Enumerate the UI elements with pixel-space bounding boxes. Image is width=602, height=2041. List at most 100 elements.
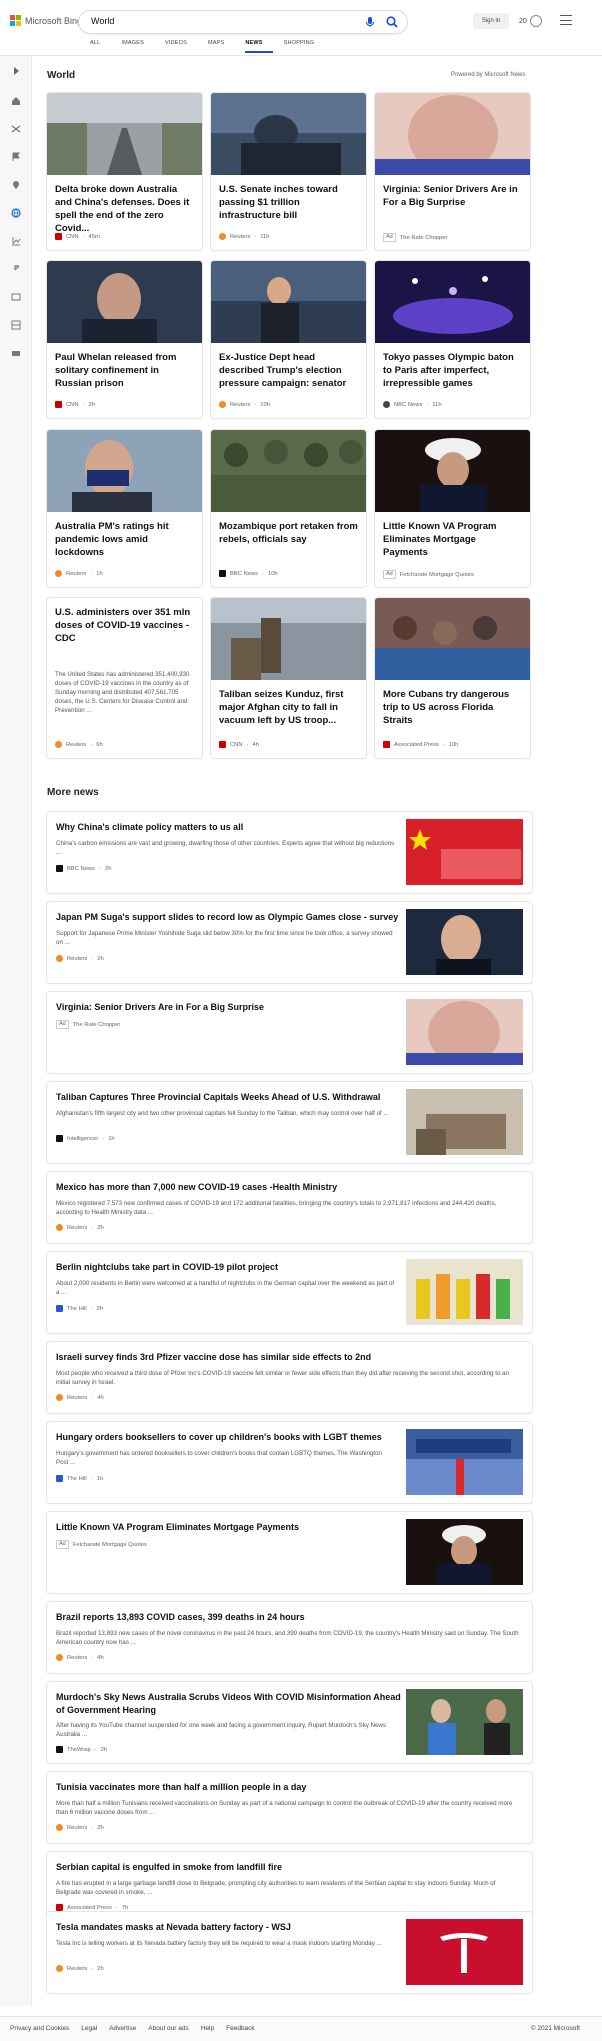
card-meta: NBC News · 11h bbox=[383, 401, 442, 408]
item-time: 2h bbox=[104, 865, 112, 872]
item-summary: Tesla Inc is telling workers at its Neva… bbox=[56, 1940, 382, 1947]
item-meta: BBC News · 2h bbox=[56, 865, 111, 872]
item-title[interactable]: Tesla mandates masks at Nevada battery f… bbox=[56, 1921, 291, 1934]
business-icon[interactable] bbox=[11, 236, 21, 246]
item-title[interactable]: Virginia: Senior Drivers Are in For a Bi… bbox=[56, 1001, 264, 1014]
news-card[interactable]: Little Known VA Program Eliminates Mortg… bbox=[375, 430, 530, 587]
item-time: 2h bbox=[97, 1224, 104, 1231]
card-title[interactable]: Mozambique port retaken from rebels, off… bbox=[219, 520, 359, 546]
item-title[interactable]: Israeli survey finds 3rd Pfizer vaccine … bbox=[56, 1351, 371, 1364]
item-title[interactable]: Taliban Captures Three Provincial Capita… bbox=[56, 1091, 380, 1104]
card-summary: The United States has administered 351,4… bbox=[55, 671, 190, 714]
card-title[interactable]: Australia PM's ratings hit pandemic lows… bbox=[55, 520, 195, 559]
microphone-icon[interactable] bbox=[363, 15, 377, 29]
card-title[interactable]: Ex-Justice Dept head described Trump's e… bbox=[219, 351, 359, 390]
item-title[interactable]: Serbian capital is engulfed in smoke fro… bbox=[56, 1861, 282, 1874]
footer-link-help[interactable]: Help bbox=[201, 2025, 214, 2032]
news-card[interactable]: Ex-Justice Dept head described Trump's e… bbox=[211, 261, 366, 418]
item-title[interactable]: Brazil reports 13,893 COVID cases, 399 d… bbox=[56, 1611, 305, 1624]
list-item[interactable]: Tunisia vaccinates more than half a mill… bbox=[47, 1772, 532, 1843]
item-source: The Hill bbox=[67, 1305, 87, 1312]
rocket-icon[interactable] bbox=[11, 264, 21, 274]
bing-logo[interactable]: Microsoft Bing bbox=[10, 15, 82, 26]
list-item[interactable]: Why China's climate policy matters to us… bbox=[47, 812, 532, 893]
tab-shopping[interactable]: SHOPPING bbox=[284, 40, 325, 53]
location-icon[interactable] bbox=[11, 180, 21, 190]
footer-link-feedback[interactable]: Feedback bbox=[226, 2025, 255, 2032]
news-card[interactable]: Delta broke down Australia and China's d… bbox=[47, 93, 202, 250]
footer-link-about-ads[interactable]: About our ads bbox=[148, 2025, 188, 2032]
list-item[interactable]: Japan PM Suga's support slides to record… bbox=[47, 902, 532, 983]
sign-in-button[interactable]: Sign in bbox=[473, 13, 509, 29]
item-source: Reuters bbox=[67, 1394, 88, 1401]
news-card[interactable]: U.S. Senate inches toward passing $1 tri… bbox=[211, 93, 366, 250]
footer-link-advertise[interactable]: Advertise bbox=[109, 2025, 136, 2032]
card-title[interactable]: Delta broke down Australia and China's d… bbox=[55, 183, 195, 235]
footer-link-legal[interactable]: Legal bbox=[81, 2025, 97, 2032]
card-title[interactable]: U.S. administers over 351 mln doses of C… bbox=[55, 606, 195, 645]
tab-images[interactable]: IMAGES bbox=[121, 40, 154, 53]
news-card[interactable]: Virginia: Senior Drivers Are in For a Bi… bbox=[375, 93, 530, 250]
card-meta: Associated Press · 10h bbox=[383, 741, 458, 748]
card-title[interactable]: Taliban seizes Kunduz, first major Afgha… bbox=[219, 688, 359, 727]
news-card[interactable]: Mozambique port retaken from rebels, off… bbox=[211, 430, 366, 587]
item-title[interactable]: Little Known VA Program Eliminates Mortg… bbox=[56, 1521, 299, 1534]
car-icon[interactable] bbox=[11, 348, 21, 358]
list-item[interactable]: Mexico has more than 7,000 new COVID-19 … bbox=[47, 1172, 532, 1243]
news-card[interactable]: Australia PM's ratings hit pandemic lows… bbox=[47, 430, 202, 587]
powered-by[interactable]: Powered by Microsoft News bbox=[451, 72, 525, 78]
item-title[interactable]: Mexico has more than 7,000 new COVID-19 … bbox=[56, 1181, 337, 1194]
card-title[interactable]: More Cubans try dangerous trip to US acr… bbox=[383, 688, 523, 727]
reuters-logo-icon bbox=[56, 1394, 63, 1401]
news-card[interactable]: Tokyo passes Olympic baton to Paris afte… bbox=[375, 261, 530, 418]
list-item[interactable]: Tesla mandates masks at Nevada battery f… bbox=[47, 1912, 532, 1993]
card-title[interactable]: U.S. Senate inches toward passing $1 tri… bbox=[219, 183, 359, 222]
tab-maps[interactable]: MAPS bbox=[208, 40, 234, 53]
search-icon[interactable] bbox=[385, 15, 399, 29]
news-image bbox=[406, 819, 523, 885]
list-item[interactable]: Virginia: Senior Drivers Are in For a Bi… bbox=[47, 992, 532, 1073]
search-input[interactable]: World bbox=[91, 16, 114, 26]
search-box[interactable]: World bbox=[79, 11, 407, 33]
flag-icon[interactable] bbox=[11, 152, 21, 162]
card-title[interactable]: Tokyo passes Olympic baton to Paris afte… bbox=[383, 351, 523, 390]
menu-icon[interactable] bbox=[560, 15, 572, 25]
list-item[interactable]: Berlin nightclubs take part in COVID-19 … bbox=[47, 1252, 532, 1333]
rewards-button[interactable]: 20 bbox=[519, 15, 542, 27]
card-title[interactable]: Virginia: Senior Drivers Are in For a Bi… bbox=[383, 183, 523, 209]
card-source: CNN bbox=[230, 741, 243, 748]
item-title[interactable]: Murdoch's Sky News Australia Scrubs Vide… bbox=[56, 1691, 401, 1717]
item-title[interactable]: Berlin nightclubs take part in COVID-19 … bbox=[56, 1261, 278, 1274]
tab-videos[interactable]: VIDEOS bbox=[165, 40, 197, 53]
top-bar: Microsoft Bing World Sign in 20 ALL IMAG… bbox=[0, 0, 602, 56]
card-title[interactable]: Paul Whelan released from solitary confi… bbox=[55, 351, 195, 390]
globe-icon[interactable] bbox=[11, 208, 21, 218]
item-title[interactable]: Tunisia vaccinates more than half a mill… bbox=[56, 1781, 306, 1794]
news-card[interactable]: Paul Whelan released from solitary confi… bbox=[47, 261, 202, 418]
expand-icon[interactable] bbox=[11, 66, 21, 76]
card-source: The Rate Chopper bbox=[399, 234, 448, 241]
card-meta: Reuters · 10h bbox=[219, 401, 270, 408]
cnn-logo-icon bbox=[219, 741, 226, 748]
item-title[interactable]: Why China's climate policy matters to us… bbox=[56, 821, 243, 834]
news-card[interactable]: More Cubans try dangerous trip to US acr… bbox=[375, 598, 530, 758]
item-title[interactable]: Hungary orders booksellers to cover up c… bbox=[56, 1431, 382, 1444]
news-card[interactable]: Taliban seizes Kunduz, first major Afgha… bbox=[211, 598, 366, 758]
card-meta: CNN · 2h bbox=[55, 401, 95, 408]
entertainment-icon[interactable] bbox=[11, 292, 21, 302]
tab-all[interactable]: ALL bbox=[90, 40, 110, 53]
list-item[interactable]: Hungary orders booksellers to cover up c… bbox=[47, 1422, 532, 1503]
sports-icon[interactable] bbox=[11, 320, 21, 330]
footer-link-privacy[interactable]: Privacy and Cookies bbox=[10, 2025, 69, 2032]
home-icon[interactable] bbox=[11, 96, 21, 106]
list-item[interactable]: Little Known VA Program Eliminates Mortg… bbox=[47, 1512, 532, 1593]
list-item[interactable]: Murdoch's Sky News Australia Scrubs Vide… bbox=[47, 1682, 532, 1763]
item-title[interactable]: Japan PM Suga's support slides to record… bbox=[56, 911, 398, 924]
shuffle-icon[interactable] bbox=[11, 124, 21, 134]
card-title[interactable]: Little Known VA Program Eliminates Mortg… bbox=[383, 520, 523, 559]
tab-news[interactable]: NEWS bbox=[245, 40, 273, 53]
list-item[interactable]: Israeli survey finds 3rd Pfizer vaccine … bbox=[47, 1342, 532, 1413]
list-item[interactable]: Brazil reports 13,893 COVID cases, 399 d… bbox=[47, 1602, 532, 1673]
news-card[interactable]: U.S. administers over 351 mln doses of C… bbox=[47, 598, 202, 758]
list-item[interactable]: Taliban Captures Three Provincial Capita… bbox=[47, 1082, 532, 1163]
